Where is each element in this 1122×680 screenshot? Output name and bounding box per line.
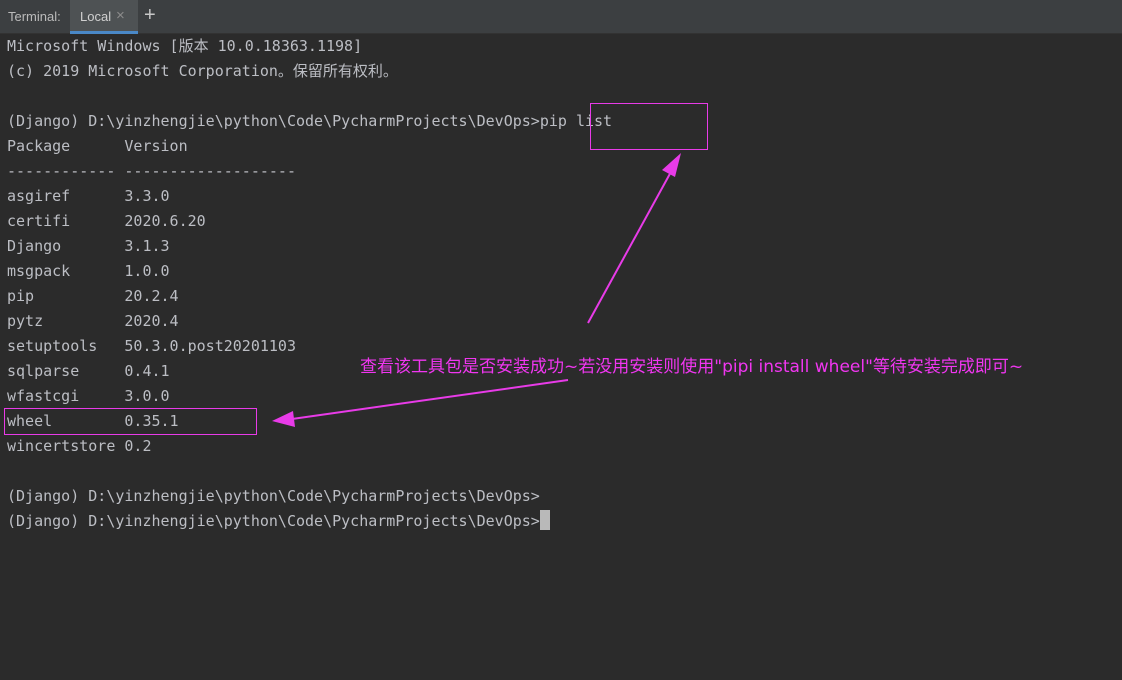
arrowhead-left xyxy=(272,411,295,427)
annotation-arrows xyxy=(0,0,1122,680)
annotation-text: 查看该工具包是否安装成功~若没用安装则使用"pipi install wheel… xyxy=(360,355,1023,379)
arrow-line-up xyxy=(588,170,672,323)
arrowhead-up xyxy=(662,153,681,177)
arrow-line-left xyxy=(292,380,568,419)
